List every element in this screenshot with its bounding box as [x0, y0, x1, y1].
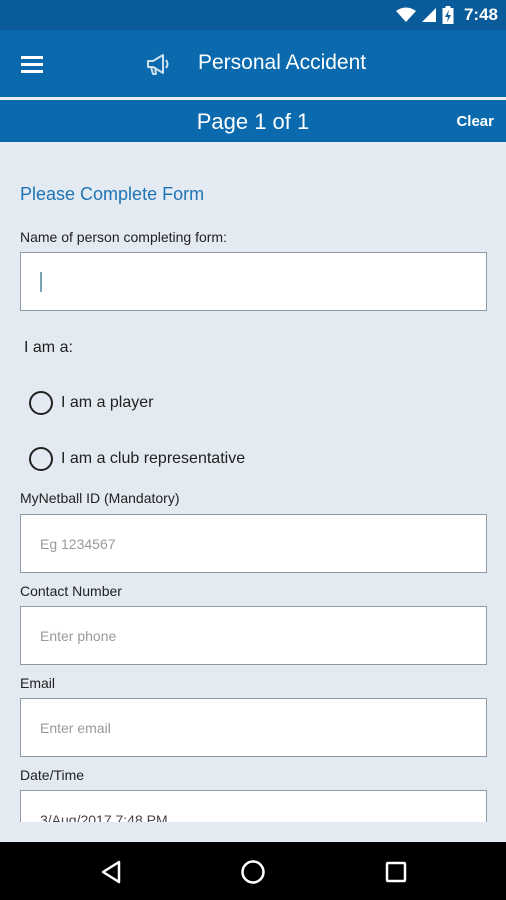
page-bar: Page 1 of 1 Clear: [0, 100, 506, 142]
mynetball-placeholder: Eg 1234567: [40, 535, 116, 552]
home-icon: [241, 860, 265, 884]
nav-bar: [0, 842, 506, 900]
status-bar: 7:48: [0, 0, 506, 30]
page-indicator: Page 1 of 1: [196, 109, 310, 134]
contact-label: Contact Number: [20, 583, 122, 599]
mynetball-label: MyNetball ID (Mandatory): [20, 490, 180, 506]
back-icon: [101, 860, 121, 884]
home-button[interactable]: [237, 856, 269, 888]
app-title: Personal Accident: [198, 51, 367, 74]
status-time: 7:48: [463, 5, 498, 24]
email-placeholder: Enter email: [40, 719, 111, 736]
mynetball-id-input[interactable]: Eg 1234567: [20, 514, 487, 573]
radio-player-label: I am a player: [61, 394, 154, 411]
status-icons: 7:48: [395, 4, 498, 26]
email-label: Email: [20, 675, 56, 691]
megaphone-icon: [147, 54, 169, 75]
form-container: Please Complete Form Name of person comp…: [0, 142, 506, 822]
radio-circle: [29, 391, 53, 415]
name-label: Name of person completing form:: [20, 229, 227, 245]
app-bar: Personal Accident: [0, 30, 506, 97]
recents-icon: [385, 861, 407, 883]
radio-club-representative-label: I am a club representative: [61, 450, 246, 467]
radio-player[interactable]: I am a player: [29, 391, 153, 415]
clear-button[interactable]: Clear: [456, 113, 494, 130]
recents-button[interactable]: [380, 856, 412, 888]
datetime-value: 3/Aug/2017 7:48 PM: [40, 812, 168, 822]
radio-circle: [29, 447, 53, 471]
signal-icon: [421, 8, 436, 22]
datetime-input[interactable]: 3/Aug/2017 7:48 PM: [20, 790, 487, 822]
name-input[interactable]: [20, 252, 487, 311]
text-cursor: [40, 271, 42, 292]
contact-placeholder: Enter phone: [40, 627, 117, 644]
wifi-icon: [395, 7, 416, 22]
iam-label: I am a:: [24, 339, 73, 356]
menu-icon: [21, 56, 43, 73]
contact-number-input[interactable]: Enter phone: [20, 606, 487, 665]
battery-icon: [442, 6, 454, 24]
email-input[interactable]: Enter email: [20, 698, 487, 757]
form-heading: Please Complete Form: [20, 184, 205, 204]
datetime-label: Date/Time: [20, 767, 85, 783]
back-button[interactable]: [95, 856, 127, 888]
menu-button[interactable]: [14, 48, 50, 80]
radio-club-representative[interactable]: I am a club representative: [29, 447, 245, 471]
